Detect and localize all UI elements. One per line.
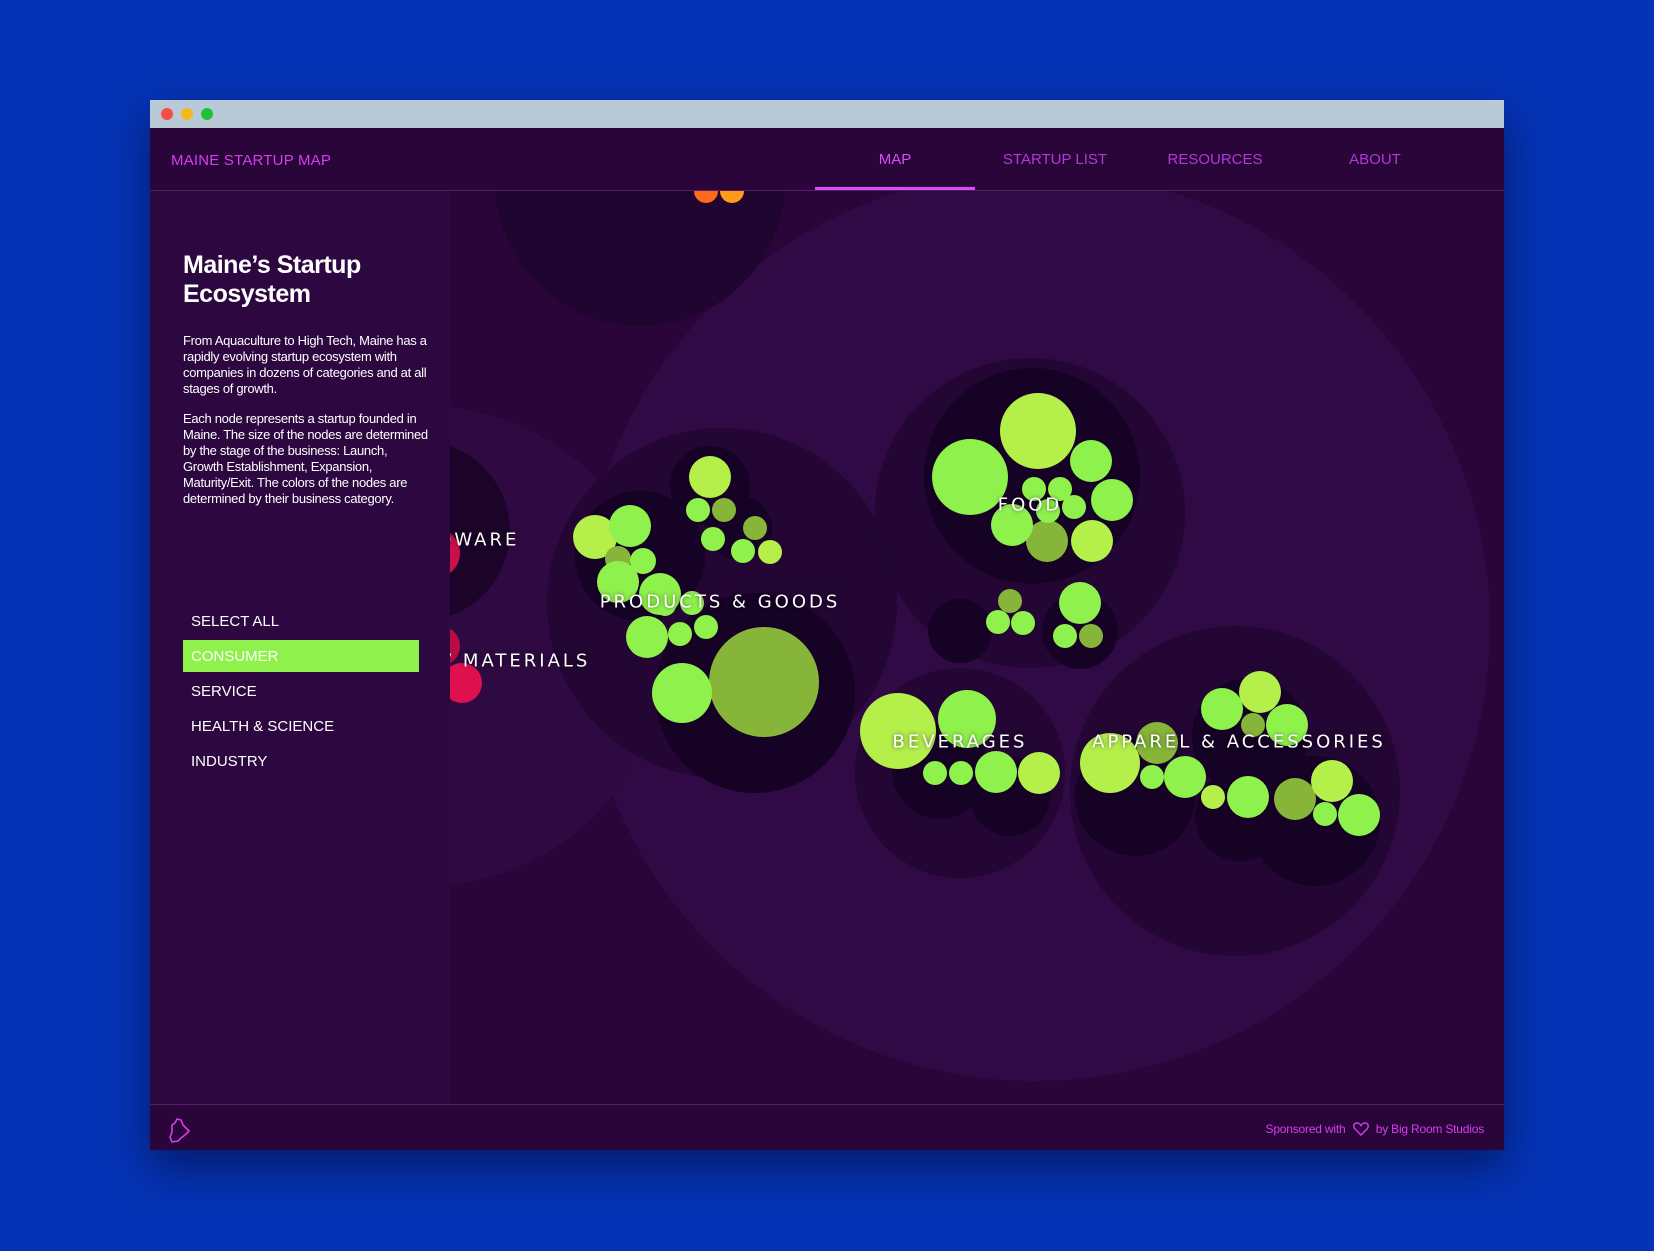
nav-resources[interactable]: RESOURCES	[1135, 128, 1295, 189]
startup-node[interactable]	[1338, 794, 1380, 836]
nav-about[interactable]: ABOUT	[1295, 128, 1455, 189]
sidebar-intro-text: From Aquaculture to High Tech, Maine has…	[183, 333, 427, 396]
startup-node[interactable]	[1071, 520, 1113, 562]
info-sidebar: Maine’s Startup Ecosystem From Aquacultu…	[150, 191, 450, 1104]
cluster-label-food: FOOD	[997, 494, 1063, 516]
startup-node[interactable]	[1091, 479, 1133, 521]
cluster-label-beverages: BEVERAGES	[892, 731, 1028, 753]
food-subcluster	[928, 599, 992, 663]
startup-node[interactable]	[975, 751, 1017, 793]
startup-node[interactable]	[709, 627, 819, 737]
startup-node[interactable]	[1062, 495, 1086, 519]
startup-node[interactable]	[932, 439, 1008, 515]
startup-node[interactable]	[1239, 671, 1281, 713]
filter-industry[interactable]: INDUSTRY	[183, 745, 419, 777]
startup-node[interactable]	[1311, 760, 1353, 802]
startup-node[interactable]	[758, 540, 782, 564]
maximize-window-button[interactable]	[201, 108, 213, 120]
sidebar-title: Maine’s Startup Ecosystem	[183, 251, 361, 308]
startup-node[interactable]	[986, 610, 1010, 634]
startup-node[interactable]	[689, 456, 731, 498]
startup-node[interactable]	[923, 761, 947, 785]
startup-node[interactable]	[1000, 393, 1076, 469]
filter-select-all[interactable]: SELECT ALL	[183, 605, 419, 637]
minimize-window-button[interactable]	[181, 108, 193, 120]
startup-node[interactable]	[731, 539, 755, 563]
startup-node[interactable]	[1070, 440, 1112, 482]
sidebar-legend-text: Each node represents a startup founded i…	[183, 411, 428, 506]
browser-window: MAINE STARTUP MAP MAP STARTUP LIST RESOU…	[150, 100, 1504, 1150]
nav-startup-list[interactable]: STARTUP LIST	[975, 128, 1135, 189]
startup-node[interactable]	[1018, 752, 1060, 794]
nav-map[interactable]: MAP	[815, 128, 975, 190]
cluster-label-products-goods: PRODUCTS & GOODS	[599, 591, 841, 613]
top-navigation: MAINE STARTUP MAP MAP STARTUP LIST RESOU…	[150, 128, 1504, 191]
maine-state-icon[interactable]	[168, 1117, 190, 1143]
startup-node[interactable]	[626, 616, 668, 658]
startup-node[interactable]	[609, 505, 651, 547]
footer: Sponsored with by Big Room Studios	[150, 1104, 1504, 1150]
startup-node[interactable]	[1140, 765, 1164, 789]
heart-icon	[1352, 1122, 1369, 1136]
startup-node[interactable]	[1201, 688, 1243, 730]
startup-node[interactable]	[1059, 582, 1101, 624]
cluster-label-apparel: APPAREL & ACCESSORIES	[1092, 731, 1386, 753]
filter-health-science[interactable]: HEALTH & SCIENCE	[183, 710, 419, 742]
startup-node[interactable]	[701, 527, 725, 551]
startup-node[interactable]	[743, 516, 767, 540]
startup-node[interactable]	[652, 663, 712, 723]
close-window-button[interactable]	[161, 108, 173, 120]
filter-consumer[interactable]: CONSUMER	[183, 640, 419, 672]
startup-node[interactable]	[712, 498, 736, 522]
startup-node[interactable]	[1164, 756, 1206, 798]
startup-node[interactable]	[694, 615, 718, 639]
sponsor-prefix: Sponsored with	[1265, 1122, 1346, 1136]
window-titlebar	[150, 100, 1504, 128]
startup-node[interactable]	[998, 589, 1022, 613]
filter-service[interactable]: SERVICE	[183, 675, 419, 707]
startup-node[interactable]	[1313, 802, 1337, 826]
startup-node[interactable]	[686, 498, 710, 522]
category-filter-list: SELECT ALL CONSUMER SERVICE HEALTH & SCI…	[183, 605, 419, 780]
startup-node[interactable]	[1274, 778, 1316, 820]
sponsor-suffix: by Big Room Studios	[1375, 1122, 1484, 1136]
brand-title[interactable]: MAINE STARTUP MAP	[171, 152, 331, 169]
startup-node[interactable]	[1011, 611, 1035, 635]
startup-node[interactable]	[668, 622, 692, 646]
startup-node[interactable]	[1079, 624, 1103, 648]
startup-node[interactable]	[949, 761, 973, 785]
startup-node[interactable]	[1053, 624, 1077, 648]
startup-node[interactable]	[1227, 776, 1269, 818]
sponsor-credit[interactable]: Sponsored with by Big Room Studios	[1265, 1122, 1485, 1136]
startup-node[interactable]	[1201, 785, 1225, 809]
